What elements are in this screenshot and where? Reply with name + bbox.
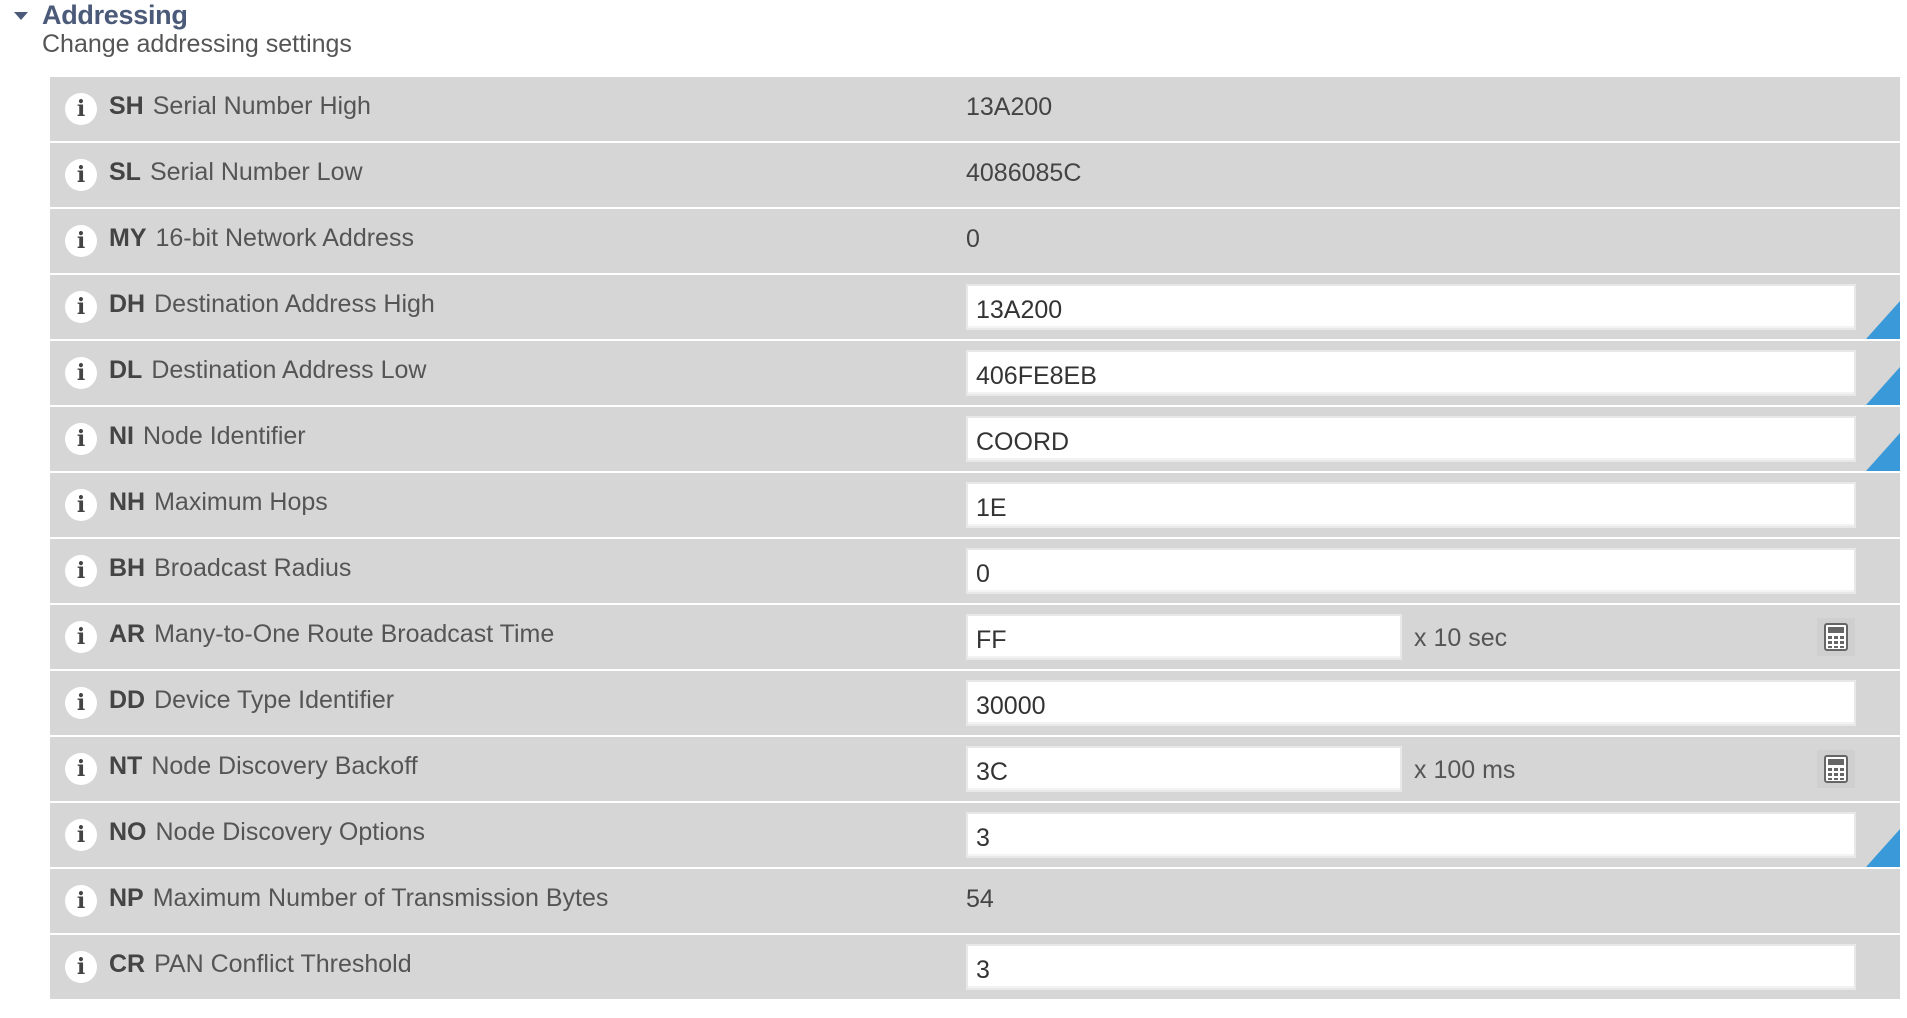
broadcast-radius-input[interactable] (966, 548, 1856, 594)
setting-code: NT (109, 752, 143, 780)
calculator-button[interactable] (1817, 618, 1855, 656)
setting-label: SL Serial Number Low (109, 158, 363, 187)
setting-code: NO (109, 818, 147, 846)
setting-row-dl: i DL Destination Address Low (50, 341, 1900, 405)
setting-value: 13A200 (966, 93, 1053, 121)
setting-row-cr: i CR PAN Conflict Threshold (50, 935, 1900, 999)
setting-code: BH (109, 554, 146, 582)
setting-label: NP Maximum Number of Transmission Bytes (109, 884, 608, 913)
setting-name: Device Type Identifier (154, 686, 395, 714)
setting-label: MY 16-bit Network Address (109, 224, 414, 253)
destination-address-high-input[interactable] (966, 284, 1856, 330)
setting-name: PAN Conflict Threshold (154, 950, 412, 978)
setting-row-dd: i DD Device Type Identifier (50, 671, 1900, 735)
maximum-hops-input[interactable] (966, 482, 1856, 528)
setting-name: Node Discovery Options (155, 818, 426, 846)
info-icon[interactable]: i (65, 357, 97, 389)
info-icon[interactable]: i (65, 291, 97, 323)
node-discovery-options-input[interactable] (966, 812, 1856, 858)
setting-label: DD Device Type Identifier (109, 686, 394, 715)
setting-code: SL (109, 158, 141, 186)
setting-code: DD (109, 686, 146, 714)
setting-name: Maximum Number of Transmission Bytes (152, 884, 609, 912)
changed-value-marker (1866, 829, 1900, 867)
setting-label: AR Many-to-One Route Broadcast Time (109, 620, 554, 649)
setting-code: NI (109, 422, 134, 450)
calculator-button[interactable] (1817, 750, 1855, 788)
setting-code: SH (109, 92, 144, 120)
setting-row-ni: i NI Node Identifier (50, 407, 1900, 471)
info-icon[interactable]: i (65, 423, 97, 455)
info-icon[interactable]: i (65, 555, 97, 587)
many-to-one-route-broadcast-time-input[interactable] (966, 614, 1402, 660)
section-title: Addressing (42, 0, 188, 30)
info-icon[interactable]: i (65, 819, 97, 851)
changed-value-marker (1866, 301, 1900, 339)
unit-label: x 10 sec (1414, 624, 1508, 652)
info-icon[interactable]: i (65, 159, 97, 191)
setting-code: MY (109, 224, 147, 252)
setting-row-my: i MY 16-bit Network Address 0 (50, 209, 1900, 273)
setting-label: BH Broadcast Radius (109, 554, 351, 583)
setting-row-bh: i BH Broadcast Radius (50, 539, 1900, 603)
setting-name: 16-bit Network Address (155, 224, 414, 252)
setting-row-ar: i AR Many-to-One Route Broadcast Time x 1… (50, 605, 1900, 669)
calculator-icon (1824, 623, 1848, 651)
node-identifier-input[interactable] (966, 416, 1856, 462)
setting-label: SH Serial Number High (109, 92, 371, 121)
pan-conflict-threshold-input[interactable] (966, 944, 1856, 990)
setting-name: Broadcast Radius (154, 554, 352, 582)
info-icon[interactable]: i (65, 489, 97, 521)
info-icon[interactable]: i (65, 885, 97, 917)
setting-row-np: i NP Maximum Number of Transmission Bytes… (50, 869, 1900, 933)
setting-row-sl: i SL Serial Number Low 4086085C (50, 143, 1900, 207)
info-icon[interactable]: i (65, 225, 97, 257)
setting-row-sh: i SH Serial Number High 13A200 (50, 77, 1900, 141)
setting-name: Node Identifier (143, 422, 306, 450)
setting-value: 0 (966, 225, 980, 253)
setting-label: NO Node Discovery Options (109, 818, 425, 847)
setting-name: Destination Address Low (151, 356, 427, 384)
setting-code: NH (109, 488, 146, 516)
info-icon[interactable]: i (65, 93, 97, 125)
setting-label: NH Maximum Hops (109, 488, 328, 517)
changed-value-marker (1866, 367, 1900, 405)
setting-name: Maximum Hops (154, 488, 328, 516)
setting-row-no: i NO Node Discovery Options (50, 803, 1900, 867)
settings-list: i SH Serial Number High 13A200 i SL Serial… (50, 77, 1900, 1001)
setting-code: AR (109, 620, 146, 648)
changed-value-marker (1866, 433, 1900, 471)
setting-code: CR (109, 950, 146, 978)
destination-address-low-input[interactable] (966, 350, 1856, 396)
unit-label: x 100 ms (1414, 756, 1516, 784)
node-discovery-backoff-input[interactable] (966, 746, 1402, 792)
setting-code: DL (109, 356, 143, 384)
info-icon[interactable]: i (65, 687, 97, 719)
info-icon[interactable]: i (65, 621, 97, 653)
info-icon[interactable]: i (65, 951, 97, 983)
setting-name: Serial Number Low (149, 158, 363, 186)
chevron-down-icon[interactable] (14, 12, 28, 20)
section-description: Change addressing settings (42, 30, 352, 58)
setting-value: 54 (966, 885, 994, 913)
setting-label: CR PAN Conflict Threshold (109, 950, 412, 979)
section-header-addressing[interactable]: Addressing (14, 0, 188, 30)
setting-code: NP (109, 884, 144, 912)
setting-label: NI Node Identifier (109, 422, 306, 451)
setting-label: DL Destination Address Low (109, 356, 427, 385)
calculator-icon (1824, 755, 1848, 783)
setting-label: DH Destination Address High (109, 290, 435, 319)
setting-row-nt: i NT Node Discovery Backoff x 100 ms (50, 737, 1900, 801)
setting-name: Serial Number High (152, 92, 371, 120)
setting-label: NT Node Discovery Backoff (109, 752, 418, 781)
setting-value: 4086085C (966, 159, 1082, 187)
setting-name: Node Discovery Backoff (151, 752, 418, 780)
info-icon[interactable]: i (65, 753, 97, 785)
device-type-identifier-input[interactable] (966, 680, 1856, 726)
setting-name: Many-to-One Route Broadcast Time (154, 620, 555, 648)
setting-name: Destination Address High (154, 290, 435, 318)
setting-row-dh: i DH Destination Address High (50, 275, 1900, 339)
setting-code: DH (109, 290, 146, 318)
setting-row-nh: i NH Maximum Hops (50, 473, 1900, 537)
